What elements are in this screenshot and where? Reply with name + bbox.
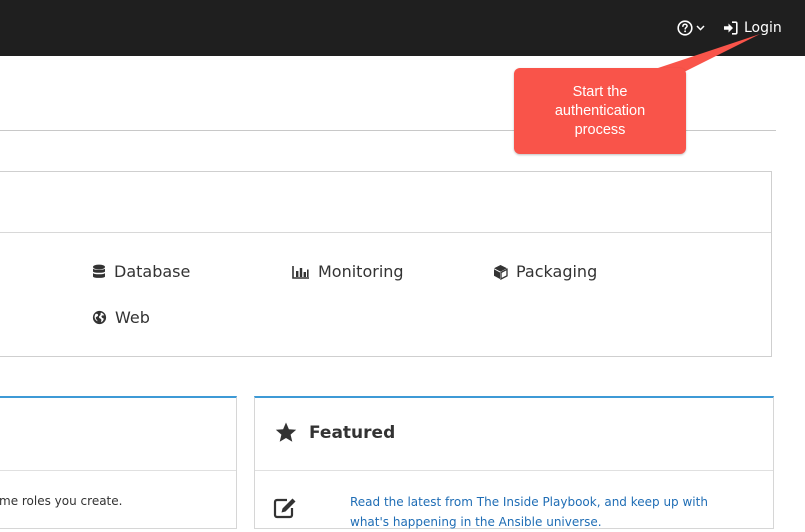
cube-icon [494, 264, 508, 280]
globe-icon [92, 310, 107, 325]
category-label: Web [115, 308, 150, 327]
featured-heading: Featured [275, 422, 395, 443]
top-navigation-bar: Login [0, 0, 805, 56]
featured-panel: Featured Read the latest from The Inside… [254, 396, 774, 529]
sign-in-icon [724, 21, 738, 35]
star-icon [275, 422, 297, 442]
edit-icon [273, 498, 296, 519]
category-web[interactable]: Web [92, 308, 150, 327]
database-icon [93, 264, 105, 278]
panel-header-divider [0, 232, 771, 233]
callout-tooltip: Start the authentication process [514, 68, 686, 154]
callout-text: Start the authentication process [554, 83, 646, 138]
chevron-down-icon [696, 25, 705, 31]
categories-panel: Database Monitoring Packaging Web [0, 171, 772, 357]
question-circle-icon [677, 20, 693, 36]
category-label: Packaging [516, 262, 598, 281]
category-monitoring[interactable]: Monitoring [292, 262, 404, 281]
category-label: Database [114, 262, 191, 281]
featured-title: Featured [309, 422, 396, 443]
panel-header-divider [0, 470, 236, 471]
login-label: Login [744, 20, 782, 36]
category-database[interactable]: Database [92, 262, 190, 281]
category-label: Monitoring [318, 262, 404, 281]
panel-header-divider [255, 470, 773, 471]
bar-chart-icon [292, 265, 309, 279]
roles-panel: me roles you create. [0, 396, 237, 529]
featured-article-link[interactable]: Read the latest from The Inside Playbook… [350, 492, 750, 532]
category-packaging[interactable]: Packaging [493, 262, 597, 281]
help-menu[interactable] [677, 18, 705, 38]
login-link[interactable]: Login [723, 17, 782, 39]
roles-panel-description: me roles you create. [0, 494, 123, 508]
